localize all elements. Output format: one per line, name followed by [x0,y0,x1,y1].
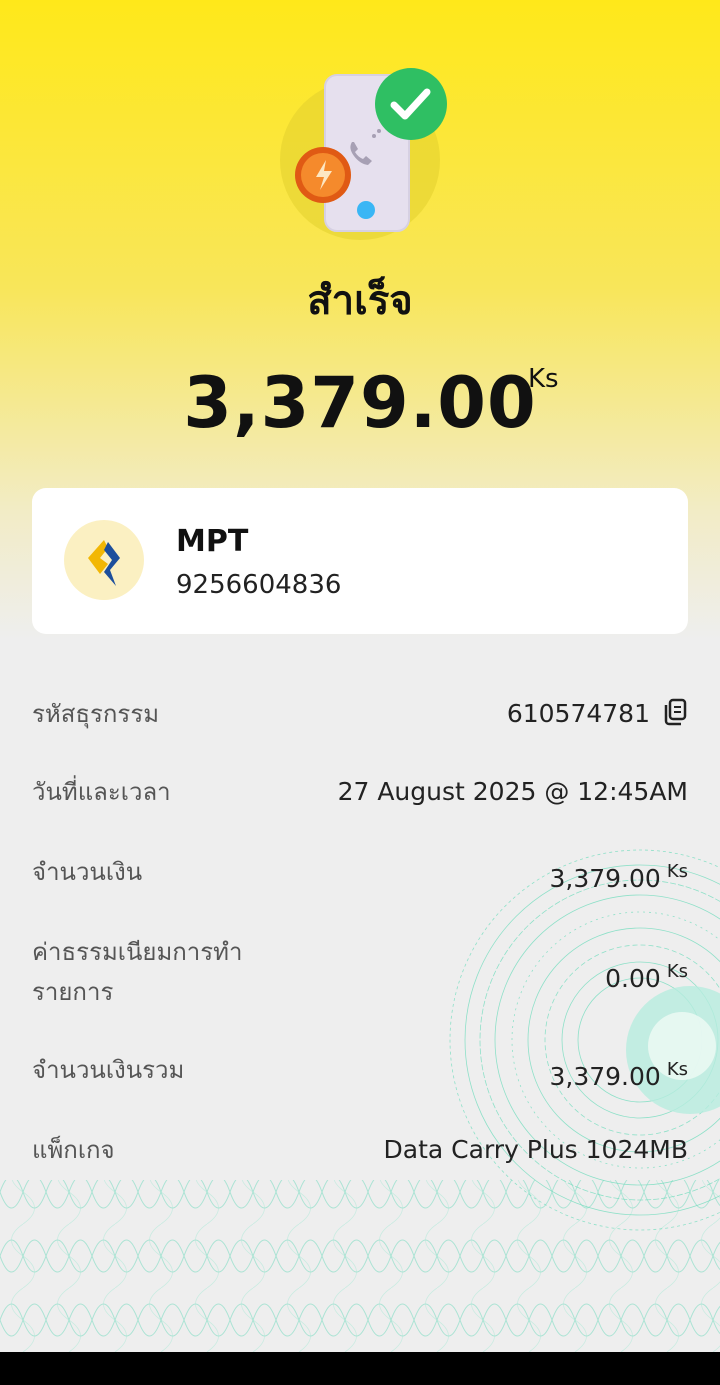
amount-value: 3,379.00 [183,362,537,444]
mpt-logo-icon [88,540,120,586]
detail-value: Data Carry Plus 1024MB [383,1135,688,1164]
merchant-card: MPT 9256604836 [32,488,688,634]
status-title: สำเร็จ [307,278,413,324]
detail-value-amount: 3,379.00 Ks [549,852,688,899]
lightning-icon [295,147,351,203]
merchant-logo [64,520,144,600]
detail-label: จำนวนเงิน [32,858,143,886]
detail-label: จำนวนเงินรวม [32,1056,185,1084]
detail-value: 3,379.00 [549,1062,661,1091]
checkmark-icon [375,68,447,140]
detail-currency: Ks [666,861,688,882]
amount-display: 3,379.00 Ks [0,362,720,444]
detail-value: 610574781 [506,699,650,728]
detail-label: ค่าธรรมเนียมการทำ รายการ [32,932,242,1012]
detail-value: 3,379.00 [549,864,661,893]
success-illustration [280,68,447,240]
detail-label-line1: ค่าธรรมเนียมการทำ [32,938,243,966]
detail-currency: Ks [666,961,688,982]
detail-currency: Ks [666,1059,688,1080]
detail-label: รหัสธุรกรรม [32,700,160,728]
detail-value: 27 August 2025 @ 12:45AM [337,777,688,806]
receipt-screen: สำเร็จ 3,379.00 Ks MPT 9256604836 รหัสธุ… [0,0,720,1352]
copy-icon[interactable] [662,697,688,727]
detail-label: แพ็กเกจ [32,1136,115,1164]
detail-value-fee: 0.00 Ks [605,952,688,999]
detail-label-line2: รายการ [32,978,114,1006]
merchant-number: 9256604836 [176,570,342,600]
detail-value-total: 3,379.00 Ks [549,1050,688,1097]
merchant-name: MPT [176,524,249,559]
transaction-id-value: 610574781 [507,694,688,734]
system-bottom-bar [0,1352,720,1385]
detail-value: 0.00 [605,964,661,993]
amount-currency: Ks [528,364,559,394]
detail-label: วันที่และเวลา [32,778,171,806]
